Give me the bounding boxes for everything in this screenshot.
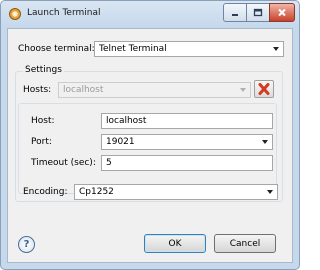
host-input-value: localhost (106, 116, 147, 126)
encoding-value: Cp1252 (79, 187, 114, 197)
hosts-dropdown[interactable]: localhost (58, 82, 251, 98)
close-button[interactable] (269, 3, 295, 22)
encoding-dropdown[interactable]: Cp1252 (74, 184, 278, 200)
delete-host-button[interactable] (254, 80, 274, 98)
port-label: Port: (31, 137, 52, 147)
cancel-button[interactable]: Cancel (214, 234, 276, 253)
title-bar: Launch Terminal (1, 1, 299, 27)
timeout-input[interactable]: 5 (101, 155, 273, 171)
delete-icon (258, 83, 270, 95)
chevron-down-icon (267, 190, 273, 194)
window-title: Launch Terminal (27, 8, 101, 18)
host-input[interactable]: localhost (101, 113, 273, 129)
maximize-button[interactable] (246, 3, 270, 22)
close-icon (278, 8, 286, 17)
choose-terminal-value: Telnet Terminal (99, 44, 167, 54)
port-value: 19021 (106, 137, 135, 147)
choose-terminal-label: Choose terminal: (18, 44, 95, 54)
choose-terminal-dropdown[interactable]: Telnet Terminal (94, 41, 284, 57)
timeout-label: Timeout (sec): (31, 158, 96, 168)
host-label: Host: (31, 116, 55, 126)
timeout-input-value: 5 (106, 158, 112, 168)
minimize-button[interactable] (223, 3, 247, 22)
chevron-down-icon (240, 88, 246, 92)
minimize-icon (232, 13, 238, 16)
chevron-down-icon (273, 47, 279, 51)
help-icon[interactable]: ? (18, 236, 35, 253)
terminal-launch-icon (9, 8, 21, 20)
launch-terminal-window: Launch Terminal Choose terminal: Telnet … (0, 0, 300, 270)
ok-button[interactable]: OK (144, 234, 206, 253)
chevron-down-icon (262, 140, 268, 144)
maximize-icon (253, 8, 263, 17)
hosts-label: Hosts: (23, 85, 52, 95)
hosts-value: localhost (63, 85, 104, 95)
dialog-body: Choose terminal: Telnet Terminal Setting… (7, 28, 293, 263)
settings-label: Settings (23, 65, 64, 75)
port-dropdown[interactable]: 19021 (101, 134, 273, 150)
encoding-label: Encoding: (23, 187, 68, 197)
